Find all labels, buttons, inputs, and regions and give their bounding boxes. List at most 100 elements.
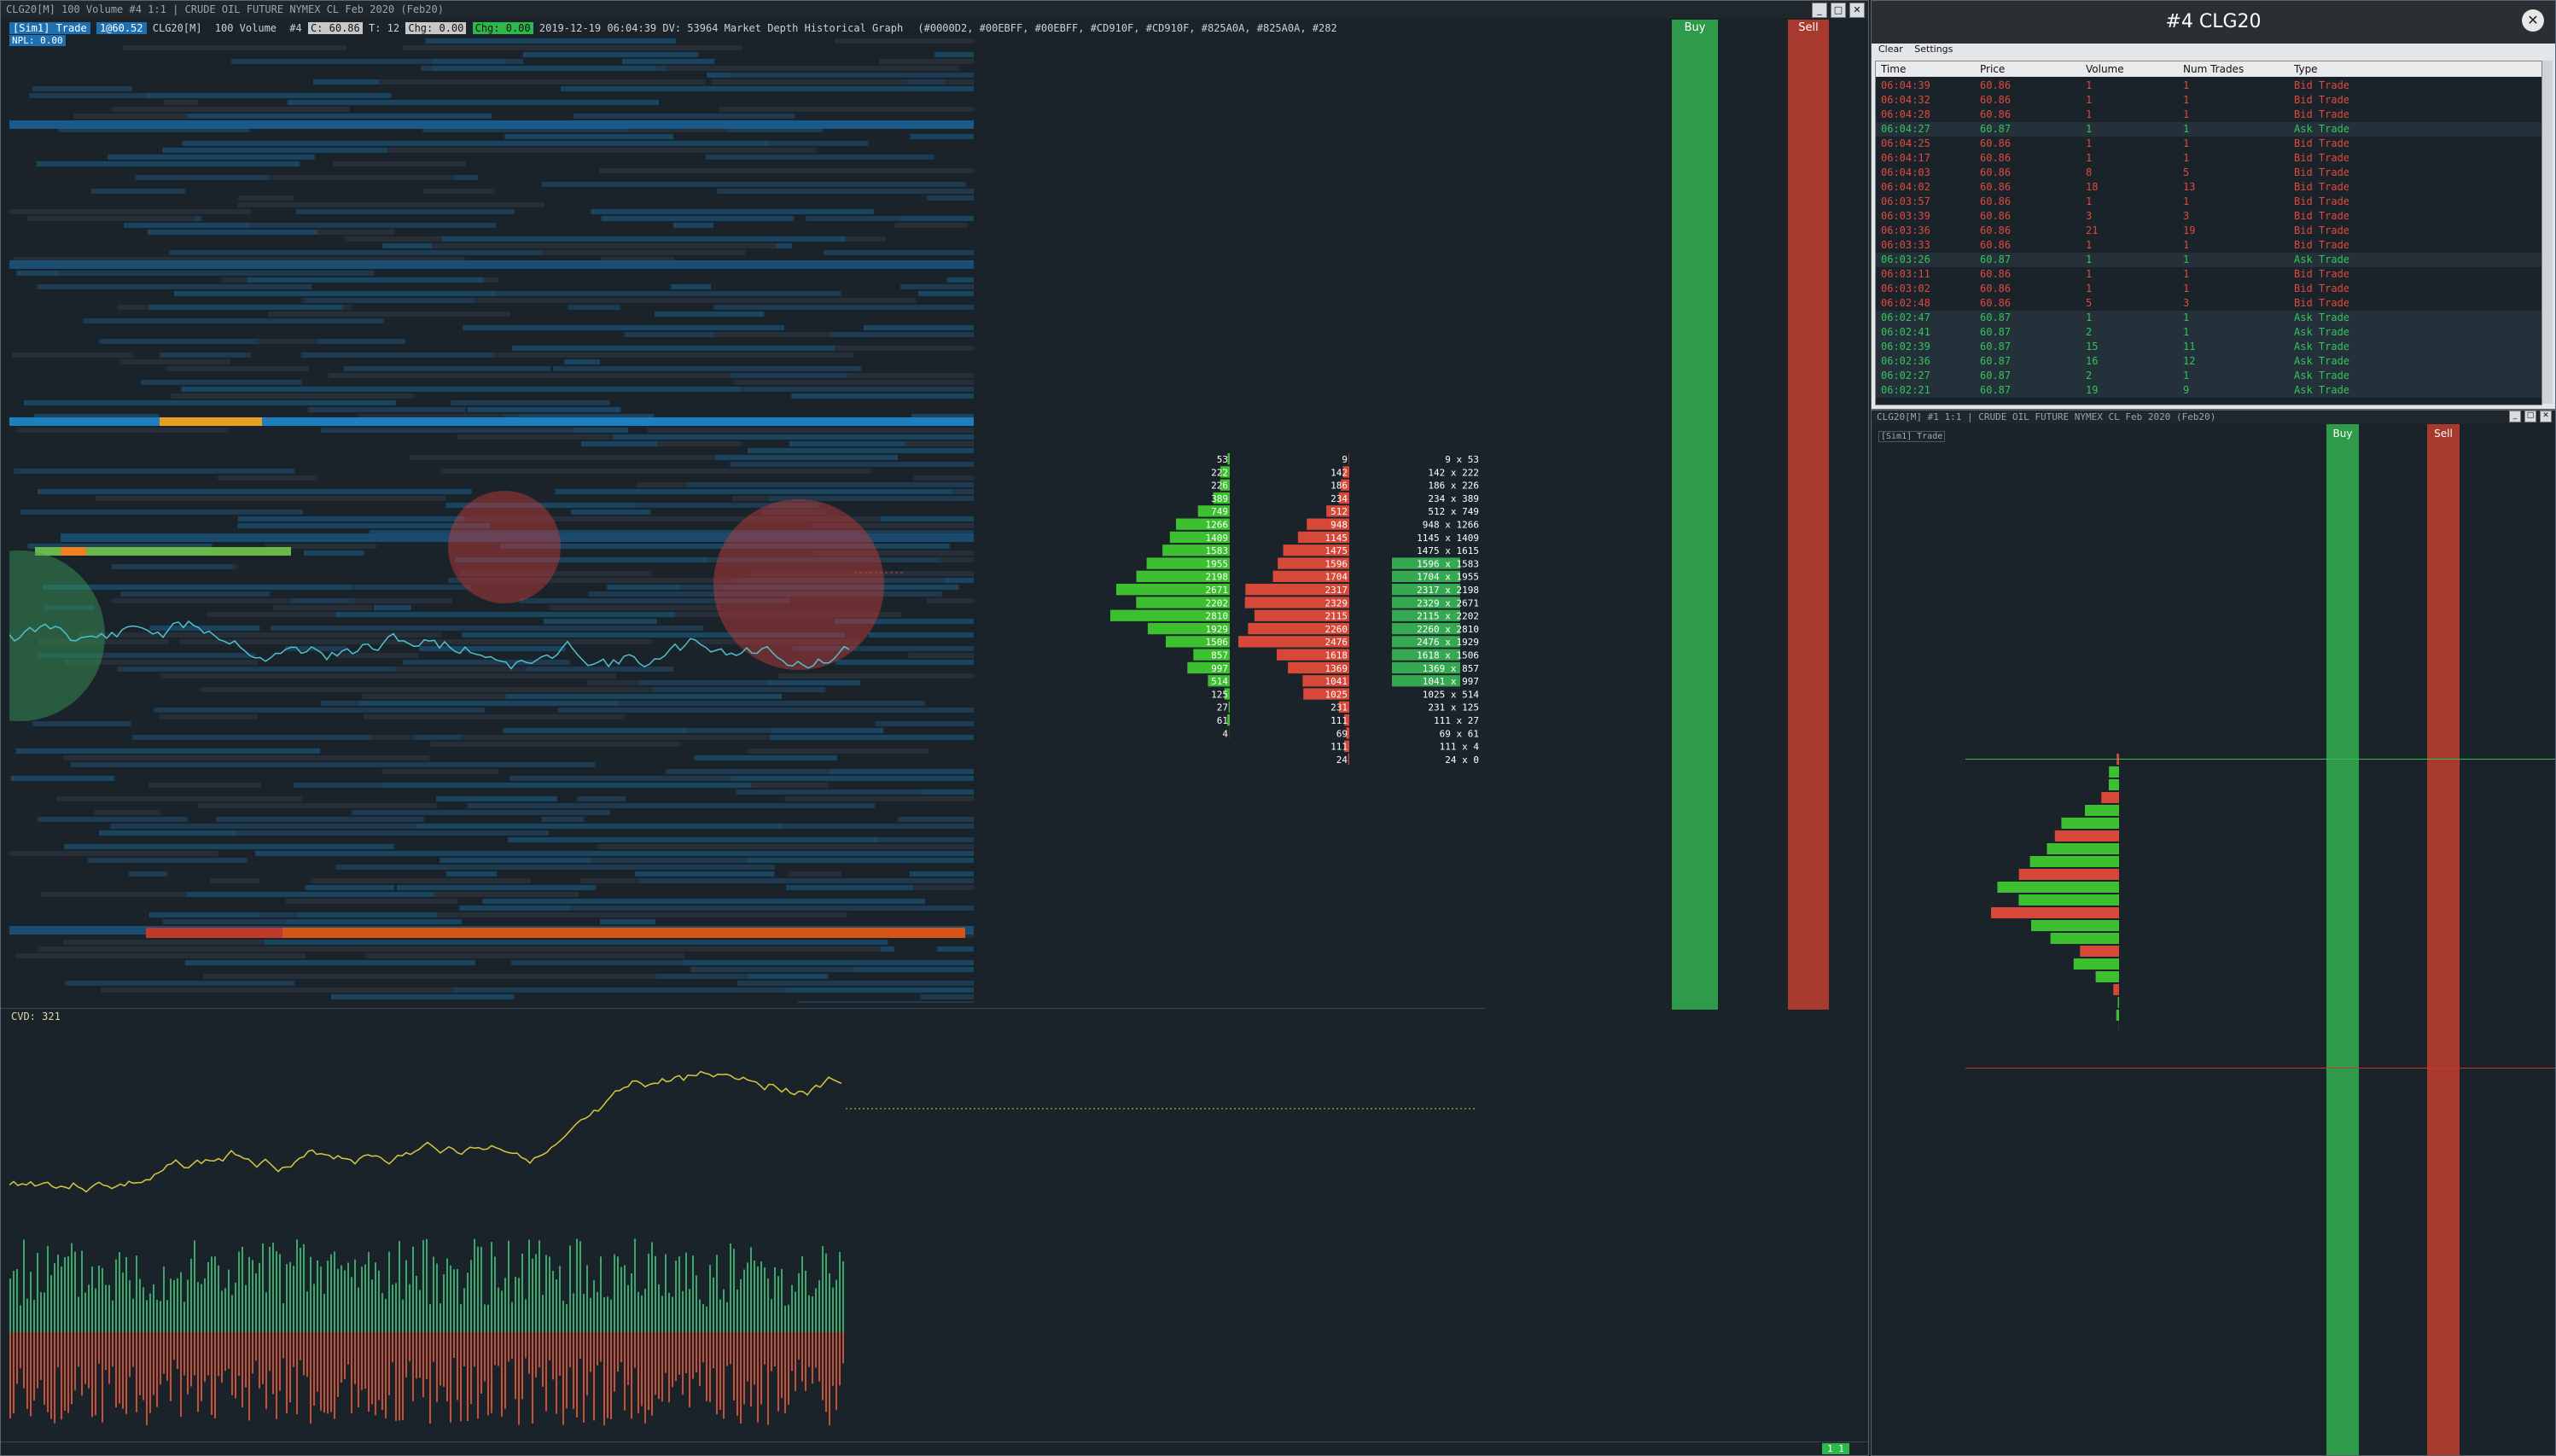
delta-down-bar xyxy=(255,1332,257,1361)
delta-up-bar xyxy=(569,1245,571,1332)
delta-down-bar xyxy=(231,1332,233,1396)
dom-depth-bar xyxy=(1991,907,2119,918)
ts-time: 06:03:39 xyxy=(1881,210,1930,222)
col-volume[interactable]: Volume xyxy=(2086,61,2124,77)
delta-down-bar xyxy=(784,1332,786,1413)
delta-up-bar xyxy=(607,1296,608,1332)
ts-row[interactable]: 06:02:41 60.87 2 1 Ask Trade xyxy=(1876,325,2541,340)
account-badge[interactable]: [Sim1] Trade xyxy=(9,22,90,34)
ts-price: 60.86 xyxy=(1980,210,2012,222)
delta-up-bar xyxy=(105,1284,107,1332)
delta-down-bar xyxy=(347,1332,349,1365)
info-bar: [Sim1] Trade 1@60.52 CLG20[M] 100 Volume… xyxy=(9,21,1337,35)
delta-down-bar xyxy=(474,1332,475,1367)
buy-column[interactable] xyxy=(1672,20,1718,1010)
close-button[interactable]: ✕ xyxy=(1849,3,1865,18)
buy-header[interactable]: Buy xyxy=(1672,21,1718,34)
delta-up-bar xyxy=(47,1245,49,1332)
delta-up-bar xyxy=(310,1256,311,1332)
ts-row[interactable]: 06:03:36 60.86 21 19 Bid Trade xyxy=(1876,224,2541,238)
maximize-button[interactable]: □ xyxy=(1831,3,1846,18)
col-type[interactable]: Type xyxy=(2294,61,2318,77)
ts-close-button[interactable]: ✕ xyxy=(2522,9,2544,32)
delta-up-bar xyxy=(836,1279,837,1332)
ts-row[interactable]: 06:04:32 60.86 1 1 Bid Trade xyxy=(1876,93,2541,108)
delta-down-bar xyxy=(767,1332,769,1425)
delta-up-bar xyxy=(194,1240,195,1332)
ts-num-trades: 1 xyxy=(2183,152,2190,164)
minimize-button[interactable]: _ xyxy=(1812,3,1827,18)
time-and-sales-window: #4 CLG20 ✕ Clear Settings Time Price Vol… xyxy=(1871,0,2556,410)
ts-row[interactable]: 06:03:57 60.86 1 1 Bid Trade xyxy=(1876,195,2541,209)
heatmap-cell xyxy=(445,871,498,877)
ts-volume: 3 xyxy=(2086,210,2093,222)
ts-row[interactable]: 06:04:17 60.86 1 1 Bid Trade xyxy=(1876,151,2541,166)
dom-close-button[interactable]: ✕ xyxy=(2540,411,2552,422)
ts-volume: 1 xyxy=(2086,253,2093,265)
dom-sell-column[interactable] xyxy=(2427,424,2460,1455)
col-price[interactable]: Price xyxy=(1980,61,2005,77)
heatmap-cell xyxy=(344,366,551,371)
delta-down-bar xyxy=(399,1332,400,1421)
position-price: 1@60.52 xyxy=(96,22,147,34)
ts-row[interactable]: 06:02:48 60.86 5 3 Bid Trade xyxy=(1876,296,2541,311)
ask-depth-label: 1145 xyxy=(1325,533,1348,544)
ts-scrollbar[interactable] xyxy=(2542,61,2553,404)
dom-maximize-button[interactable]: □ xyxy=(2524,411,2536,422)
heatmap-cell xyxy=(786,987,974,993)
delta-down-bar xyxy=(81,1332,83,1396)
settings-menu[interactable]: Settings xyxy=(1914,44,1953,55)
ts-row[interactable]: 06:04:03 60.86 8 5 Bid Trade xyxy=(1876,166,2541,180)
ts-row[interactable]: 06:03:02 60.86 1 1 Bid Trade xyxy=(1876,282,2541,296)
dom-sell-header[interactable]: Sell xyxy=(2427,428,2460,440)
clear-menu[interactable]: Clear xyxy=(1878,44,1903,55)
heatmap-cell xyxy=(878,59,974,64)
delta-down-bar xyxy=(269,1332,271,1372)
ts-row[interactable]: 06:02:39 60.87 15 11 Ask Trade xyxy=(1876,340,2541,354)
delta-up-bar xyxy=(518,1278,520,1332)
delta-down-bar xyxy=(112,1332,114,1367)
heatmap-cell xyxy=(910,134,974,139)
delta-up-bar xyxy=(757,1266,759,1332)
dom-buy-column[interactable] xyxy=(2326,424,2359,1455)
ts-row[interactable]: 06:04:39 60.86 1 1 Bid Trade xyxy=(1876,79,2541,93)
ts-row[interactable]: 06:04:25 60.86 1 1 Bid Trade xyxy=(1876,137,2541,151)
ts-row[interactable]: 06:03:33 60.86 1 1 Bid Trade xyxy=(1876,238,2541,253)
ts-row[interactable]: 06:02:36 60.87 16 12 Ask Trade xyxy=(1876,354,2541,369)
delta-down-bar xyxy=(272,1332,274,1395)
ts-row[interactable]: 06:04:27 60.87 1 1 Ask Trade xyxy=(1876,122,2541,137)
delta-up-bar xyxy=(672,1296,673,1332)
delta-up-bar xyxy=(201,1284,202,1332)
delta-down-bar xyxy=(651,1332,653,1416)
heatmap-cell xyxy=(463,325,526,330)
heatmap-cell xyxy=(541,817,585,822)
ts-row[interactable]: 06:02:27 60.87 2 1 Ask Trade xyxy=(1876,369,2541,383)
delta-down-bar xyxy=(201,1332,202,1401)
ts-row[interactable]: 06:03:26 60.87 1 1 Ask Trade xyxy=(1876,253,2541,267)
delta-down-bar xyxy=(788,1332,789,1405)
delta-up-bar xyxy=(54,1263,55,1332)
dom-minimize-button[interactable]: _ xyxy=(2509,411,2521,422)
ts-row[interactable]: 06:03:11 60.86 1 1 Bid Trade xyxy=(1876,267,2541,282)
ts-row[interactable]: 06:02:21 60.87 19 9 Ask Trade xyxy=(1876,383,2541,398)
col-time[interactable]: Time xyxy=(1881,61,1906,77)
ts-row[interactable]: 06:03:39 60.86 3 3 Bid Trade xyxy=(1876,209,2541,224)
ts-row[interactable]: 06:02:47 60.87 1 1 Ask Trade xyxy=(1876,311,2541,325)
dom-buy-header[interactable]: Buy xyxy=(2326,428,2359,440)
delta-up-bar xyxy=(798,1273,800,1332)
heatmap-cell xyxy=(160,352,252,358)
delta-down-bar xyxy=(190,1332,192,1387)
col-num-trades[interactable]: Num Trades xyxy=(2183,61,2244,77)
delta-down-bar xyxy=(422,1332,424,1397)
delta-up-bar xyxy=(361,1267,363,1332)
sell-header[interactable]: Sell xyxy=(1788,21,1829,34)
ts-row[interactable]: 06:04:02 60.86 18 13 Bid Trade xyxy=(1876,180,2541,195)
ask-depth-label: 2260 xyxy=(1325,624,1348,635)
ts-row[interactable]: 06:04:28 60.86 1 1 Bid Trade xyxy=(1876,108,2541,122)
bid-depth-label: 226 xyxy=(1211,480,1228,492)
ask-depth-label: 2317 xyxy=(1325,585,1348,596)
sell-column[interactable] xyxy=(1788,20,1829,1010)
depth-pair-label: 1704 x 1955 xyxy=(1417,572,1479,583)
delta-up-bar xyxy=(16,1268,18,1332)
heatmap-cell xyxy=(10,776,115,781)
